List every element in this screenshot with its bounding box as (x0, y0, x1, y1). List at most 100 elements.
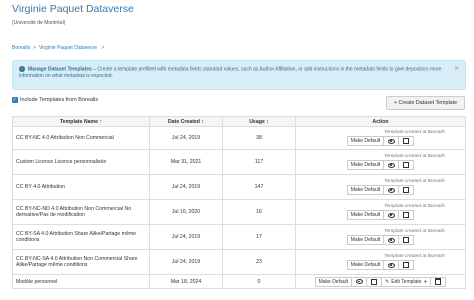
date-created: Jul 16, 2020 (149, 199, 223, 225)
view-template-button[interactable] (383, 210, 400, 220)
table-row: CC BY 4.0 Attribution Jul 24, 2019 147 Temp… (12, 174, 466, 200)
table-row: CC BY-NC-SA 4.0 Attribution Non Commerci… (12, 249, 466, 275)
usage-count: 23 (222, 249, 296, 275)
make-default-button[interactable]: Make Default (346, 235, 385, 245)
template-origin-note: Template created at Borealis (384, 229, 445, 234)
copy-icon (402, 161, 409, 168)
date-created: Mar 18, 2024 (149, 274, 223, 289)
template-origin-note: Template created at Borealis (384, 204, 445, 209)
eye-icon (387, 237, 395, 243)
row-actions: Template created at Borealis Make Default (295, 126, 466, 150)
row-actions: Template created at Borealis Make Default (295, 149, 466, 175)
copy-icon (402, 137, 409, 144)
date-created: Mar 31, 2021 (149, 149, 223, 175)
row-actions: Make Default ✎ Edit Template ▼ (295, 274, 466, 289)
template-origin-note: Template created at Borealis (384, 254, 445, 259)
table-row: Custom Licence Licence personnalisée Mar … (12, 149, 466, 175)
make-default-button[interactable]: Make Default (346, 185, 385, 195)
breadcrumb-dataverse[interactable]: Virginie Paquet Dataverse (39, 45, 97, 51)
include-templates-toggle[interactable]: Include Templates from Borealis (12, 97, 98, 103)
usage-count: 0 (222, 274, 296, 289)
close-icon[interactable]: × (454, 65, 459, 73)
row-actions: Template created at Borealis Make Default (295, 174, 466, 200)
copy-icon (370, 277, 377, 285)
make-default-button[interactable]: Make Default (346, 260, 385, 270)
copy-icon (402, 211, 409, 218)
create-dataset-template-button[interactable]: + Create Dataset Template (386, 96, 465, 110)
copy-template-button[interactable] (398, 185, 415, 195)
template-name[interactable]: Custom Licence Licence personnalisée (12, 149, 150, 175)
breadcrumb-separator: > (33, 45, 36, 51)
template-name[interactable]: CC BY 4.0 Attribution (12, 174, 150, 200)
templates-table: Template Name ↑ Date Created ↕ Usage ↕ A… (12, 116, 466, 289)
view-template-button[interactable] (383, 235, 400, 245)
make-default-button[interactable]: Make Default (346, 210, 385, 220)
copy-template-button[interactable] (398, 260, 415, 270)
breadcrumb-borealis[interactable]: Borealis (12, 45, 30, 51)
edit-template-button[interactable]: ✎ Edit Template ▼ (381, 276, 432, 287)
table-row: CC BY-SA 4.0 Attribution Share Alike/Par… (12, 224, 466, 250)
make-default-button[interactable]: Make Default (346, 160, 385, 170)
table-row: CC BY-NC-ND 4.0 Attribution Non Commerci… (12, 199, 466, 225)
template-name[interactable]: CC BY-SA 4.0 Attribution Share Alike/Par… (12, 224, 150, 250)
date-created: Jul 24, 2019 (149, 174, 223, 200)
copy-template-button[interactable] (398, 136, 415, 146)
view-template-button[interactable] (351, 276, 368, 287)
delete-template-button[interactable] (430, 276, 447, 287)
view-template-button[interactable] (383, 260, 400, 270)
include-templates-checkbox[interactable] (12, 97, 18, 103)
table-row: Modèle personnel Mar 18, 2024 0 Make Defaul… (12, 274, 466, 289)
pencil-icon: ✎ (385, 278, 390, 285)
dataverse-title[interactable]: Virginie Paquet Dataverse (12, 3, 134, 15)
copy-template-button[interactable] (366, 276, 383, 287)
template-name[interactable]: Modèle personnel (12, 274, 150, 289)
eye-icon (387, 262, 395, 268)
view-template-button[interactable] (383, 160, 400, 170)
eye-icon (387, 162, 395, 168)
template-name[interactable]: CC BY-NC 4.0 Attribution Non Commercial (12, 126, 150, 150)
date-created: Jul 24, 2019 (149, 249, 223, 275)
eye-icon (387, 212, 395, 218)
info-icon: i (19, 66, 25, 72)
template-name[interactable]: CC BY-NC-ND 4.0 Attribution Non Commerci… (12, 199, 150, 225)
column-header-date-created[interactable]: Date Created ↕ (149, 116, 223, 127)
breadcrumb-separator: > (101, 45, 105, 51)
date-created: Jul 24, 2019 (149, 126, 223, 150)
copy-template-button[interactable] (398, 210, 415, 220)
column-header-template-name[interactable]: Template Name ↑ (12, 116, 150, 127)
dataverse-affiliation: (Université de Montréal) (12, 20, 66, 26)
view-template-button[interactable] (383, 185, 400, 195)
template-origin-note: Template created at Borealis (384, 130, 445, 135)
make-default-button[interactable]: Make Default (314, 276, 353, 287)
copy-icon (402, 261, 409, 268)
template-name[interactable]: CC BY-NC-SA 4.0 Attribution Non Commerci… (12, 249, 150, 275)
row-actions: Template created at Borealis Make Default (295, 224, 466, 250)
date-created: Jul 24, 2019 (149, 224, 223, 250)
usage-count: 117 (222, 149, 296, 175)
usage-count: 17 (222, 224, 296, 250)
column-header-usage[interactable]: Usage ↕ (222, 116, 296, 127)
copy-template-button[interactable] (398, 160, 415, 170)
eye-icon (355, 279, 363, 284)
usage-count: 38 (222, 126, 296, 150)
copy-icon (402, 236, 409, 243)
trash-icon (435, 278, 442, 285)
row-actions: Template created at Borealis Make Default (295, 249, 466, 275)
copy-icon (402, 186, 409, 193)
usage-count: 147 (222, 174, 296, 200)
eye-icon (387, 138, 395, 144)
view-template-button[interactable] (383, 136, 400, 146)
template-origin-note: Template created at Borealis (384, 154, 445, 159)
usage-count: 16 (222, 199, 296, 225)
copy-template-button[interactable] (398, 235, 415, 245)
column-header-action: Action (295, 116, 466, 127)
include-templates-label: Include Templates from Borealis (20, 97, 99, 103)
edit-template-label: Edit Template (391, 278, 422, 285)
breadcrumb: Borealis > Virginie Paquet Dataverse > (12, 45, 107, 51)
alert-heading: Manage Dataset Templates (28, 66, 92, 73)
row-actions: Template created at Borealis Make Default (295, 199, 466, 225)
make-default-button[interactable]: Make Default (346, 136, 385, 146)
table-row: CC BY-NC 4.0 Attribution Non Commercial J… (12, 126, 466, 150)
chevron-down-icon: ▼ (423, 279, 428, 284)
eye-icon (387, 187, 395, 193)
